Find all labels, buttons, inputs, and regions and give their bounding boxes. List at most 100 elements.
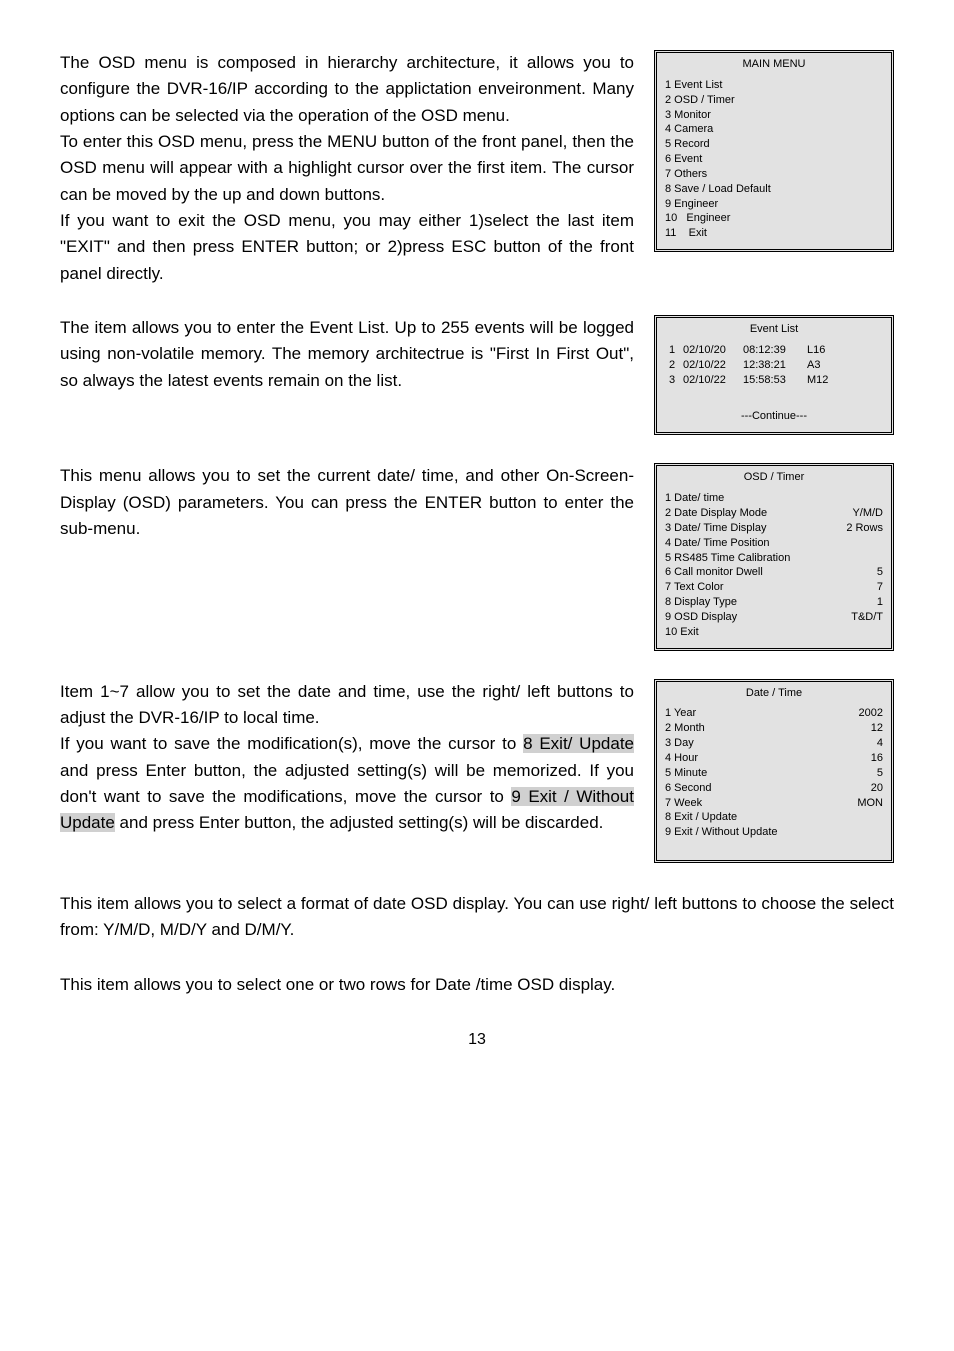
main-menu-item: 7 Others [665, 167, 883, 182]
osd-timer-item: 5 RS485 Time Calibration [665, 551, 883, 566]
main-menu-item: 8 Save / Load Default [665, 182, 883, 197]
osd-label: 4 Date/ Time Position [665, 536, 770, 551]
main-menu-item: 1 Event List [665, 78, 883, 93]
osd-value: T&D/T [851, 610, 883, 625]
osd-label: 6 Call monitor Dwell [665, 565, 763, 580]
ev-code: A3 [807, 358, 883, 373]
event-list-row: 302/10/2215:58:53M12 [669, 373, 883, 388]
event-list-row: 102/10/2008:12:39L16 [669, 343, 883, 358]
osd-timer-title: OSD / Timer [657, 466, 891, 489]
main-menu-title: MAIN MENU [657, 53, 891, 76]
ev-code: M12 [807, 373, 883, 388]
osd-timer-item: 6 Call monitor Dwell 5 [665, 565, 883, 580]
dt-label: 5 Minute [665, 766, 707, 781]
date-time-item: 9 Exit / Without Update [665, 825, 883, 840]
intro-text: The OSD menu is composed in hierarchy ar… [60, 50, 634, 287]
para-4b: If you want to save the modification(s),… [60, 731, 634, 836]
event-list-box: Event List 102/10/2008:12:39L16202/10/22… [654, 315, 894, 435]
dt-label: 1 Year [665, 706, 696, 721]
para4-b3: and press Enter button, the adjusted set… [115, 813, 604, 832]
date-time-body: 1 Year20022 Month123 Day44 Hour165 Minut… [657, 704, 891, 860]
dt-value: 12 [871, 721, 883, 736]
main-menu-item: 9 Engineer [665, 197, 883, 212]
date-time-item: 5 Minute 5 [665, 766, 883, 781]
date-time-item: 2 Month 12 [665, 721, 883, 736]
highlight-exit-update: 8 Exit/ Update [523, 734, 634, 753]
dt-value: MON [857, 796, 883, 811]
date-time-item: 6 Second 20 [665, 781, 883, 796]
osd-timer-item: 3 Date/ Time Display 2 Rows [665, 521, 883, 536]
para-1b: To enter this OSD menu, press the MENU b… [60, 129, 634, 208]
osd-label: 10 Exit [665, 625, 699, 640]
dt-value: 2002 [859, 706, 883, 721]
osd-value: 2 Rows [846, 521, 883, 536]
osd-timer-box-wrap: OSD / Timer 1 Date/ time2 Date Display M… [654, 463, 894, 650]
dt-value: 20 [871, 781, 883, 796]
ev-time: 15:58:53 [743, 373, 807, 388]
section-date-time: Item 1~7 allow you to set the date and t… [60, 679, 894, 863]
event-list-title: Event List [657, 318, 891, 341]
ev-num: 3 [669, 373, 683, 388]
dt-label: 6 Second [665, 781, 711, 796]
osd-label: 3 Date/ Time Display [665, 521, 766, 536]
osd-timer-item: 8 Display Type 1 [665, 595, 883, 610]
main-menu-body: 1 Event List2 OSD / Timer3 Monitor4 Came… [657, 76, 891, 249]
dt-label: 7 Week [665, 796, 702, 811]
main-menu-item: 2 OSD / Timer [665, 93, 883, 108]
dt-label: 9 Exit / Without Update [665, 825, 778, 840]
ev-date: 02/10/22 [683, 358, 743, 373]
ev-date: 02/10/22 [683, 373, 743, 388]
date-time-box-wrap: Date / Time 1 Year 2002 2 Month 123 Day44 H… [654, 679, 894, 863]
para-4a: Item 1~7 allow you to set the date and t… [60, 679, 634, 732]
main-menu-item: 3 Monitor [665, 108, 883, 123]
main-menu-item: 4 Camera [665, 122, 883, 137]
section-event-list: The item allows you to enter the Event L… [60, 315, 894, 435]
ev-time: 08:12:39 [743, 343, 807, 358]
osd-label: 7 Text Color [665, 580, 724, 595]
event-list-text: The item allows you to enter the Event L… [60, 315, 634, 394]
dt-value: 5 [877, 766, 883, 781]
osd-timer-text: This menu allows you to set the current … [60, 463, 634, 542]
osd-value: Y/M/D [852, 506, 883, 521]
para4-b1: If you want to save the modification(s),… [60, 734, 523, 753]
osd-timer-item: 4 Date/ Time Position [665, 536, 883, 551]
para-5: This item allows you to select a format … [60, 891, 894, 944]
dt-label: 3 Day [665, 736, 694, 751]
main-menu-item: 5 Record [665, 137, 883, 152]
section-intro: The OSD menu is composed in hierarchy ar… [60, 50, 894, 287]
osd-label: 5 RS485 Time Calibration [665, 551, 790, 566]
osd-value: 5 [877, 565, 883, 580]
date-time-box: Date / Time 1 Year 2002 2 Month 123 Day44 H… [654, 679, 894, 863]
main-menu-box: MAIN MENU 1 Event List2 OSD / Timer3 Mon… [654, 50, 894, 252]
dt-label: 8 Exit / Update [665, 810, 737, 825]
date-time-text: Item 1~7 allow you to set the date and t… [60, 679, 634, 837]
dt-value: 16 [871, 751, 883, 766]
para-1a: The OSD menu is composed in hierarchy ar… [60, 50, 634, 129]
date-time-item: 3 Day4 [665, 736, 883, 751]
osd-timer-item: 1 Date/ time [665, 491, 883, 506]
ev-num: 1 [669, 343, 683, 358]
date-time-title: Date / Time [657, 682, 891, 705]
main-menu-item: 11 Exit [665, 226, 883, 241]
para-1c: If you want to exit the OSD menu, you ma… [60, 208, 634, 287]
ev-date: 02/10/20 [683, 343, 743, 358]
event-list-body: 102/10/2008:12:39L16202/10/2212:38:21A33… [657, 341, 891, 396]
date-time-item: 1 Year 2002 [665, 706, 883, 721]
osd-label: 9 OSD Display [665, 610, 737, 625]
page-number: 13 [60, 1028, 894, 1053]
osd-value: 1 [877, 595, 883, 610]
dt-label: 2 Month [665, 721, 705, 736]
osd-timer-item: 7 Text Color7 [665, 580, 883, 595]
osd-label: 2 Date Display Mode [665, 506, 767, 521]
main-menu-item: 6 Event [665, 152, 883, 167]
ev-time: 12:38:21 [743, 358, 807, 373]
para-6: This item allows you to select one or tw… [60, 972, 894, 998]
date-time-item: 4 Hour 16 [665, 751, 883, 766]
osd-label: 8 Display Type [665, 595, 737, 610]
osd-label: 1 Date/ time [665, 491, 724, 506]
osd-timer-body: 1 Date/ time2 Date Display ModeY/M/D3 Da… [657, 489, 891, 647]
ev-num: 2 [669, 358, 683, 373]
main-menu-box-wrap: MAIN MENU 1 Event List2 OSD / Timer3 Mon… [654, 50, 894, 252]
event-list-row: 202/10/2212:38:21A3 [669, 358, 883, 373]
dt-label: 4 Hour [665, 751, 698, 766]
